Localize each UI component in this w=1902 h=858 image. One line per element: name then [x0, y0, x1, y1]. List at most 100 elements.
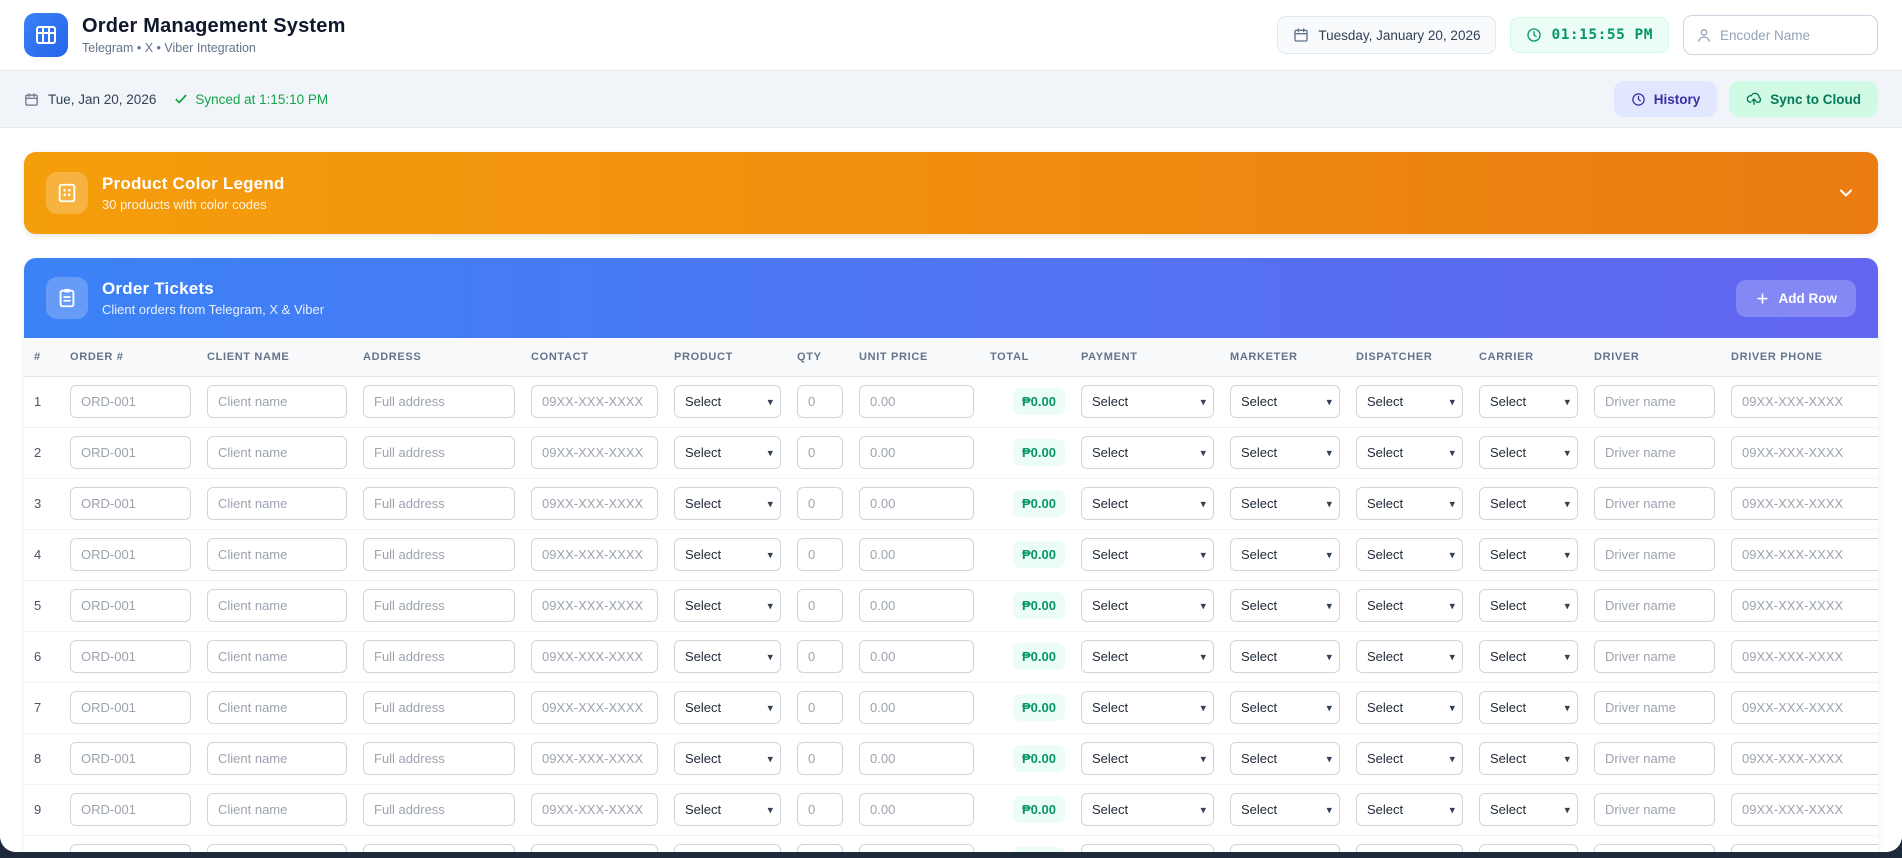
contact-input[interactable] — [531, 742, 658, 775]
marketer-select[interactable]: Select — [1230, 844, 1340, 852]
contact-input[interactable] — [531, 691, 658, 724]
driver-name-input[interactable] — [1594, 793, 1715, 826]
driver-phone-input[interactable] — [1731, 589, 1878, 622]
payment-select[interactable]: Select — [1081, 793, 1214, 826]
address-input[interactable] — [363, 538, 515, 571]
product-select[interactable]: Select — [674, 487, 781, 520]
marketer-select[interactable]: Select — [1230, 589, 1340, 622]
unit-price-input[interactable] — [859, 844, 974, 852]
dispatcher-select[interactable]: Select — [1356, 436, 1463, 469]
carrier-select[interactable]: Select — [1479, 589, 1578, 622]
driver-phone-input[interactable] — [1731, 385, 1878, 418]
address-input[interactable] — [363, 691, 515, 724]
dispatcher-select[interactable]: Select — [1356, 589, 1463, 622]
unit-price-input[interactable] — [859, 385, 974, 418]
qty-input[interactable] — [797, 436, 843, 469]
driver-phone-input[interactable] — [1731, 691, 1878, 724]
marketer-select[interactable]: Select — [1230, 436, 1340, 469]
contact-input[interactable] — [531, 640, 658, 673]
carrier-select[interactable]: Select — [1479, 538, 1578, 571]
carrier-select[interactable]: Select — [1479, 691, 1578, 724]
product-select[interactable]: Select — [674, 538, 781, 571]
client-name-input[interactable] — [207, 742, 347, 775]
dispatcher-select[interactable]: Select — [1356, 844, 1463, 852]
driver-name-input[interactable] — [1594, 436, 1715, 469]
marketer-select[interactable]: Select — [1230, 742, 1340, 775]
product-select[interactable]: Select — [674, 385, 781, 418]
driver-phone-input[interactable] — [1731, 436, 1878, 469]
contact-input[interactable] — [531, 538, 658, 571]
payment-select[interactable]: Select — [1081, 640, 1214, 673]
add-row-button[interactable]: Add Row — [1735, 279, 1856, 317]
carrier-select[interactable]: Select — [1479, 436, 1578, 469]
dispatcher-select[interactable]: Select — [1356, 385, 1463, 418]
carrier-select[interactable]: Select — [1479, 640, 1578, 673]
client-name-input[interactable] — [207, 436, 347, 469]
carrier-select[interactable]: Select — [1479, 793, 1578, 826]
unit-price-input[interactable] — [859, 589, 974, 622]
address-input[interactable] — [363, 793, 515, 826]
qty-input[interactable] — [797, 742, 843, 775]
product-select[interactable]: Select — [674, 793, 781, 826]
contact-input[interactable] — [531, 436, 658, 469]
order-number-input[interactable] — [70, 385, 191, 418]
marketer-select[interactable]: Select — [1230, 487, 1340, 520]
driver-name-input[interactable] — [1594, 589, 1715, 622]
contact-input[interactable] — [531, 487, 658, 520]
driver-name-input[interactable] — [1594, 691, 1715, 724]
product-select[interactable]: Select — [674, 844, 781, 852]
order-number-input[interactable] — [70, 538, 191, 571]
dispatcher-select[interactable]: Select — [1356, 793, 1463, 826]
order-number-input[interactable] — [70, 589, 191, 622]
payment-select[interactable]: Select — [1081, 385, 1214, 418]
driver-phone-input[interactable] — [1731, 538, 1878, 571]
unit-price-input[interactable] — [859, 538, 974, 571]
order-number-input[interactable] — [70, 742, 191, 775]
chevron-down-icon[interactable] — [1836, 183, 1856, 203]
date-display[interactable]: Tuesday, January 20, 2026 — [1277, 16, 1497, 54]
contact-input[interactable] — [531, 589, 658, 622]
driver-phone-input[interactable] — [1731, 640, 1878, 673]
order-number-input[interactable] — [70, 487, 191, 520]
qty-input[interactable] — [797, 487, 843, 520]
address-input[interactable] — [363, 844, 515, 852]
client-name-input[interactable] — [207, 844, 347, 852]
client-name-input[interactable] — [207, 385, 347, 418]
address-input[interactable] — [363, 487, 515, 520]
dispatcher-select[interactable]: Select — [1356, 691, 1463, 724]
address-input[interactable] — [363, 385, 515, 418]
qty-input[interactable] — [797, 691, 843, 724]
driver-phone-input[interactable] — [1731, 793, 1878, 826]
sync-to-cloud-button[interactable]: Sync to Cloud — [1729, 81, 1878, 117]
dispatcher-select[interactable]: Select — [1356, 538, 1463, 571]
driver-phone-input[interactable] — [1731, 742, 1878, 775]
marketer-select[interactable]: Select — [1230, 691, 1340, 724]
client-name-input[interactable] — [207, 487, 347, 520]
unit-price-input[interactable] — [859, 436, 974, 469]
contact-input[interactable] — [531, 385, 658, 418]
payment-select[interactable]: Select — [1081, 538, 1214, 571]
dispatcher-select[interactable]: Select — [1356, 742, 1463, 775]
driver-name-input[interactable] — [1594, 640, 1715, 673]
contact-input[interactable] — [531, 793, 658, 826]
product-select[interactable]: Select — [674, 436, 781, 469]
address-input[interactable] — [363, 436, 515, 469]
payment-select[interactable]: Select — [1081, 691, 1214, 724]
payment-select[interactable]: Select — [1081, 589, 1214, 622]
unit-price-input[interactable] — [859, 640, 974, 673]
carrier-select[interactable]: Select — [1479, 742, 1578, 775]
unit-price-input[interactable] — [859, 691, 974, 724]
unit-price-input[interactable] — [859, 487, 974, 520]
client-name-input[interactable] — [207, 691, 347, 724]
history-button[interactable]: History — [1613, 81, 1718, 117]
order-number-input[interactable] — [70, 844, 191, 852]
marketer-select[interactable]: Select — [1230, 385, 1340, 418]
qty-input[interactable] — [797, 589, 843, 622]
unit-price-input[interactable] — [859, 793, 974, 826]
driver-name-input[interactable] — [1594, 385, 1715, 418]
dispatcher-select[interactable]: Select — [1356, 487, 1463, 520]
contact-input[interactable] — [531, 844, 658, 852]
marketer-select[interactable]: Select — [1230, 640, 1340, 673]
driver-phone-input[interactable] — [1731, 487, 1878, 520]
product-select[interactable]: Select — [674, 691, 781, 724]
